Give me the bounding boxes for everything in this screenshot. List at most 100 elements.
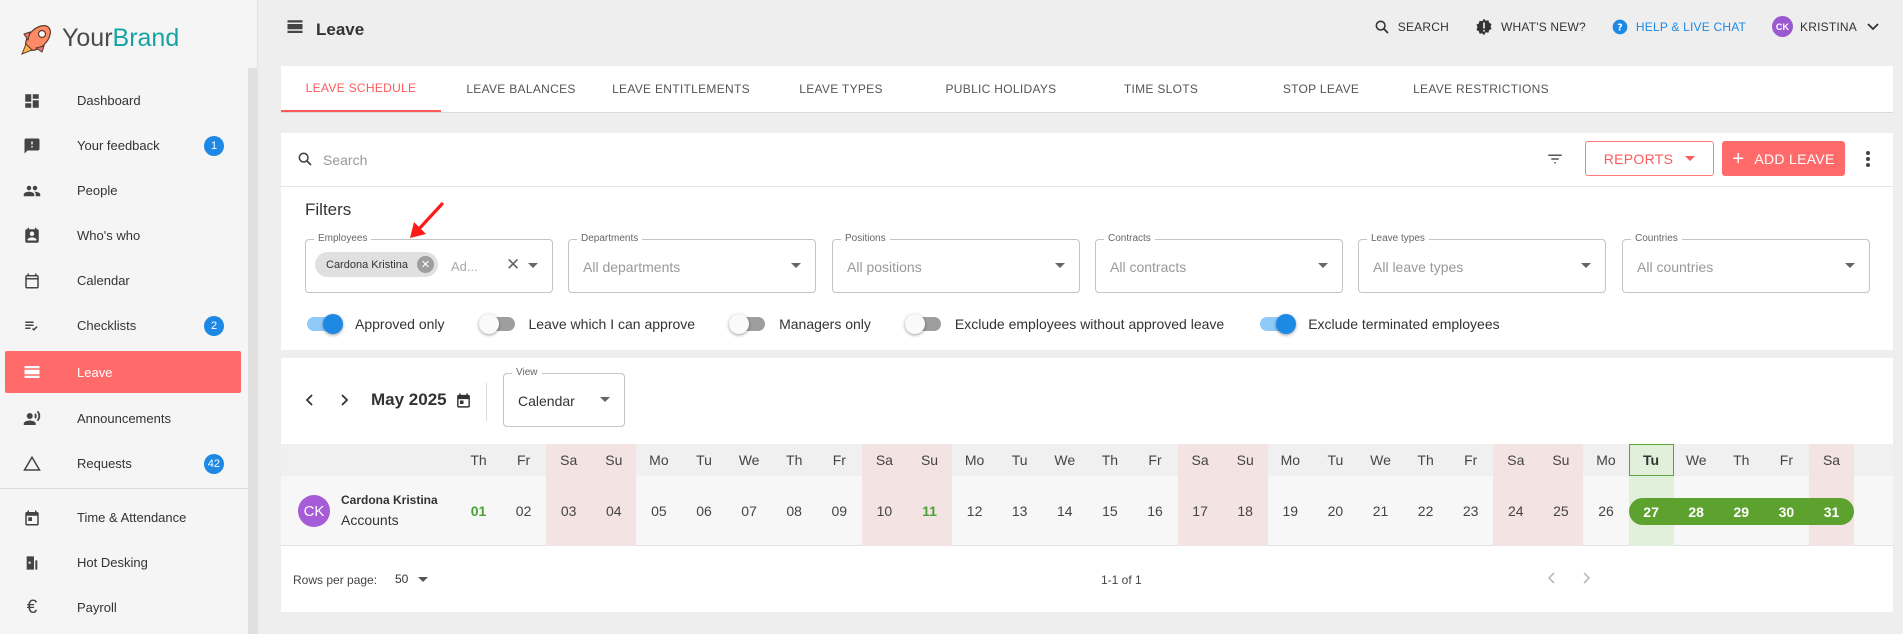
sidebar-item-requests[interactable]: Requests 42 <box>0 441 248 486</box>
feedback-count-badge: 1 <box>204 136 224 156</box>
rows-per-page-value: 50 <box>395 572 409 586</box>
employee-name[interactable]: Cardona Kristina <box>341 493 438 507</box>
tab-time-slots[interactable]: TIME SLOTS <box>1081 66 1241 112</box>
weekday-label: Su <box>1222 444 1268 476</box>
sidebar-item-hot-desking[interactable]: Hot Desking <box>0 540 248 585</box>
chevron-right-icon[interactable] <box>335 390 355 410</box>
calendar-icon[interactable] <box>455 392 472 409</box>
brand-logo[interactable]: YourBrand <box>20 18 179 58</box>
tab-leave-balances[interactable]: LEAVE BALANCES <box>441 66 601 112</box>
toggle-label: Exclude terminated employees <box>1308 316 1500 332</box>
caret-down-icon[interactable] <box>528 263 538 268</box>
sidebar-item-whos-who[interactable]: Who's who <box>0 213 248 258</box>
leave-icon <box>286 18 304 41</box>
table-row[interactable]: CK Cardona Kristina Accounts 01 02 03 04 05 0… <box>281 476 1893 546</box>
field-value: All departments <box>583 259 681 275</box>
tab-leave-schedule[interactable]: LEAVE SCHEDULE <box>281 66 441 112</box>
weekday-label: Th <box>786 452 803 468</box>
switch[interactable] <box>729 313 767 335</box>
contracts-filter[interactable]: Contracts All contracts <box>1095 233 1343 293</box>
clear-icon[interactable]: ✕ <box>506 255 520 275</box>
employees-input-placeholder[interactable]: Ad... <box>451 259 478 274</box>
search-input[interactable] <box>323 149 1023 171</box>
view-select[interactable]: View Calendar <box>503 367 625 427</box>
checklist-icon <box>22 316 42 336</box>
user-avatar: CK <box>1772 16 1794 37</box>
sidebar-item-people[interactable]: People <box>0 168 248 213</box>
field-label: Departments <box>577 233 643 244</box>
sidebar-item-checklists[interactable]: Checklists 2 <box>0 303 248 348</box>
tab-public-holidays[interactable]: PUBLIC HOLIDAYS <box>921 66 1081 112</box>
feedback-icon <box>22 136 42 156</box>
weekday-label: Su <box>1538 444 1584 476</box>
tab-leave-types[interactable]: LEAVE TYPES <box>761 66 921 112</box>
departments-filter[interactable]: Departments All departments <box>568 233 816 293</box>
sidebar-item-dashboard[interactable]: Dashboard <box>0 78 248 123</box>
toggle-exclude-terminated[interactable]: Exclude terminated employees <box>1258 313 1500 335</box>
weekday-label: Sa <box>546 444 592 476</box>
sidebar-item-your-feedback[interactable]: Your feedback 1 <box>0 123 248 168</box>
sidebar-item-label: Checklists <box>77 318 137 333</box>
day-number: 18 <box>1237 503 1253 519</box>
search-button[interactable]: SEARCH <box>1374 19 1449 35</box>
leave-types-filter[interactable]: Leave types All leave types <box>1358 233 1606 293</box>
toggle-approved-only[interactable]: Approved only <box>305 313 445 335</box>
filters-title: Filters <box>305 200 352 219</box>
add-leave-button[interactable]: + ADD LEAVE <box>1722 141 1845 176</box>
tab-leave-restrictions[interactable]: LEAVE RESTRICTIONS <box>1401 66 1561 112</box>
sidebar-item-time-attendance[interactable]: Time & Attendance <box>0 495 248 540</box>
toggle-managers-only[interactable]: Managers only <box>729 313 871 335</box>
filter-list-icon[interactable] <box>1546 150 1564 173</box>
sidebar-scrollbar[interactable] <box>248 68 257 634</box>
sidebar-item-calendar[interactable]: Calendar <box>0 258 248 303</box>
employees-filter[interactable]: Employees Cardona Kristina ✕ Ad... ✕ <box>305 233 553 293</box>
caret-down-icon <box>418 576 429 582</box>
field-value: All countries <box>1637 259 1714 275</box>
weekday-label: Fr <box>1779 452 1793 468</box>
employee-chip[interactable]: Cardona Kristina ✕ <box>315 252 438 277</box>
chip-remove-icon[interactable]: ✕ <box>416 256 434 273</box>
positions-filter[interactable]: Positions All positions <box>832 233 1080 293</box>
toggle-leave-i-can-approve[interactable]: Leave which I can approve <box>478 313 695 335</box>
employee-department: Accounts <box>341 512 399 528</box>
leave-calendar-card: May 2025 View Calendar Th Fr Sa Su Mo Tu We Th F… <box>281 358 1893 612</box>
weekday-label: Sa <box>861 444 907 476</box>
toggle-exclude-without-approved[interactable]: Exclude employees without approved leave <box>904 313 1225 335</box>
day-number: 17 <box>1192 503 1208 519</box>
rows-per-page-select[interactable]: 50 <box>395 572 429 586</box>
weekday-label: Sa <box>1177 444 1223 476</box>
chevron-left-icon[interactable] <box>1547 571 1555 589</box>
switch[interactable] <box>305 313 343 335</box>
switch[interactable] <box>1258 313 1297 335</box>
help-live-chat-button[interactable]: ? HELP & LIVE CHAT <box>1612 19 1746 35</box>
help-icon: ? <box>1612 19 1628 35</box>
dashboard-icon <box>22 91 42 111</box>
divider <box>486 383 487 421</box>
countries-filter[interactable]: Countries All countries <box>1622 233 1870 293</box>
reports-button[interactable]: REPORTS <box>1585 141 1714 176</box>
weekday-label: We <box>738 452 760 468</box>
chevron-left-icon[interactable] <box>299 390 319 410</box>
sidebar-item-announcements[interactable]: Announcements <box>0 396 248 441</box>
weekday-label: Su <box>591 444 637 476</box>
tab-stop-leave[interactable]: STOP LEAVE <box>1241 66 1401 112</box>
sidebar-item-payroll[interactable]: € Payroll <box>0 585 248 630</box>
day-number: 03 <box>560 503 577 519</box>
field-label: View <box>512 367 542 378</box>
weekday-label: Fr <box>832 452 846 468</box>
chevron-right-icon[interactable] <box>1583 571 1591 589</box>
weekday-label: Fr <box>1148 452 1162 468</box>
hot-desking-icon <box>22 553 42 573</box>
weekday-label: Tu <box>696 452 712 468</box>
whats-new-button[interactable]: WHAT'S NEW? <box>1475 18 1586 36</box>
weekday-label: Mo <box>1280 452 1301 468</box>
switch[interactable] <box>478 313 517 335</box>
announcement-icon <box>22 409 42 429</box>
user-menu[interactable]: CK KRISTINA <box>1772 16 1879 37</box>
tab-leave-entitlements[interactable]: LEAVE ENTITLEMENTS <box>601 66 761 112</box>
sidebar-item-leave[interactable]: Leave <box>5 351 241 393</box>
toggle-label: Exclude employees without approved leave <box>954 316 1225 332</box>
switch[interactable] <box>904 313 943 335</box>
toggle-label: Managers only <box>779 316 871 332</box>
more-vert-icon[interactable] <box>1865 150 1871 173</box>
